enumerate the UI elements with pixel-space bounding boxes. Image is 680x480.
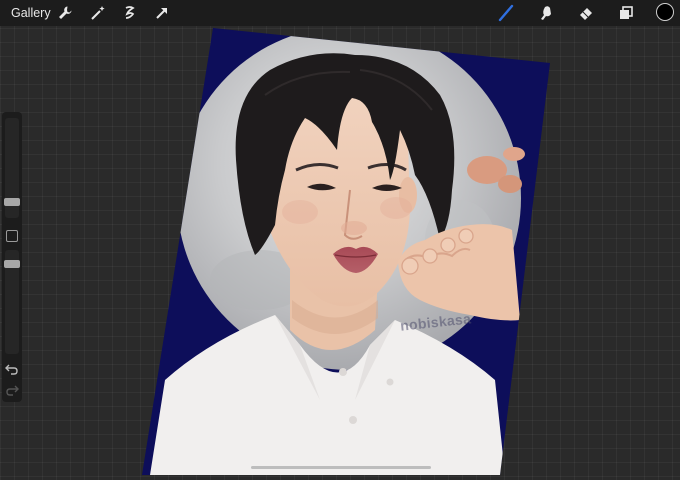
color-swatch-dab-3	[498, 175, 522, 193]
brush-size-thumb[interactable]	[4, 198, 20, 206]
gallery-button[interactable]: Gallery	[11, 6, 51, 20]
undo-icon[interactable]	[5, 362, 19, 376]
color-picker-swatch[interactable]	[656, 3, 674, 21]
selection-icon[interactable]	[121, 4, 139, 22]
transform-arrow-icon[interactable]	[153, 4, 171, 22]
top-toolbar: Gallery	[0, 0, 680, 26]
opacity-slider[interactable]	[4, 250, 20, 354]
home-indicator	[251, 466, 431, 469]
artwork	[142, 28, 550, 475]
wrench-icon[interactable]	[56, 4, 74, 22]
drawing-canvas[interactable]: nobiskasa	[0, 0, 680, 475]
smudge-icon[interactable]	[538, 4, 556, 22]
redo-icon[interactable]	[5, 383, 19, 397]
opacity-thumb[interactable]	[4, 260, 20, 268]
modifier-square-icon[interactable]	[6, 230, 18, 242]
color-swatch-dab-2	[503, 147, 525, 161]
magic-wand-icon[interactable]	[89, 4, 107, 22]
left-sidebar	[2, 112, 22, 402]
brush-icon[interactable]	[497, 4, 515, 22]
layers-icon[interactable]	[617, 4, 635, 22]
eraser-icon[interactable]	[577, 4, 595, 22]
brush-size-slider[interactable]	[4, 118, 20, 218]
